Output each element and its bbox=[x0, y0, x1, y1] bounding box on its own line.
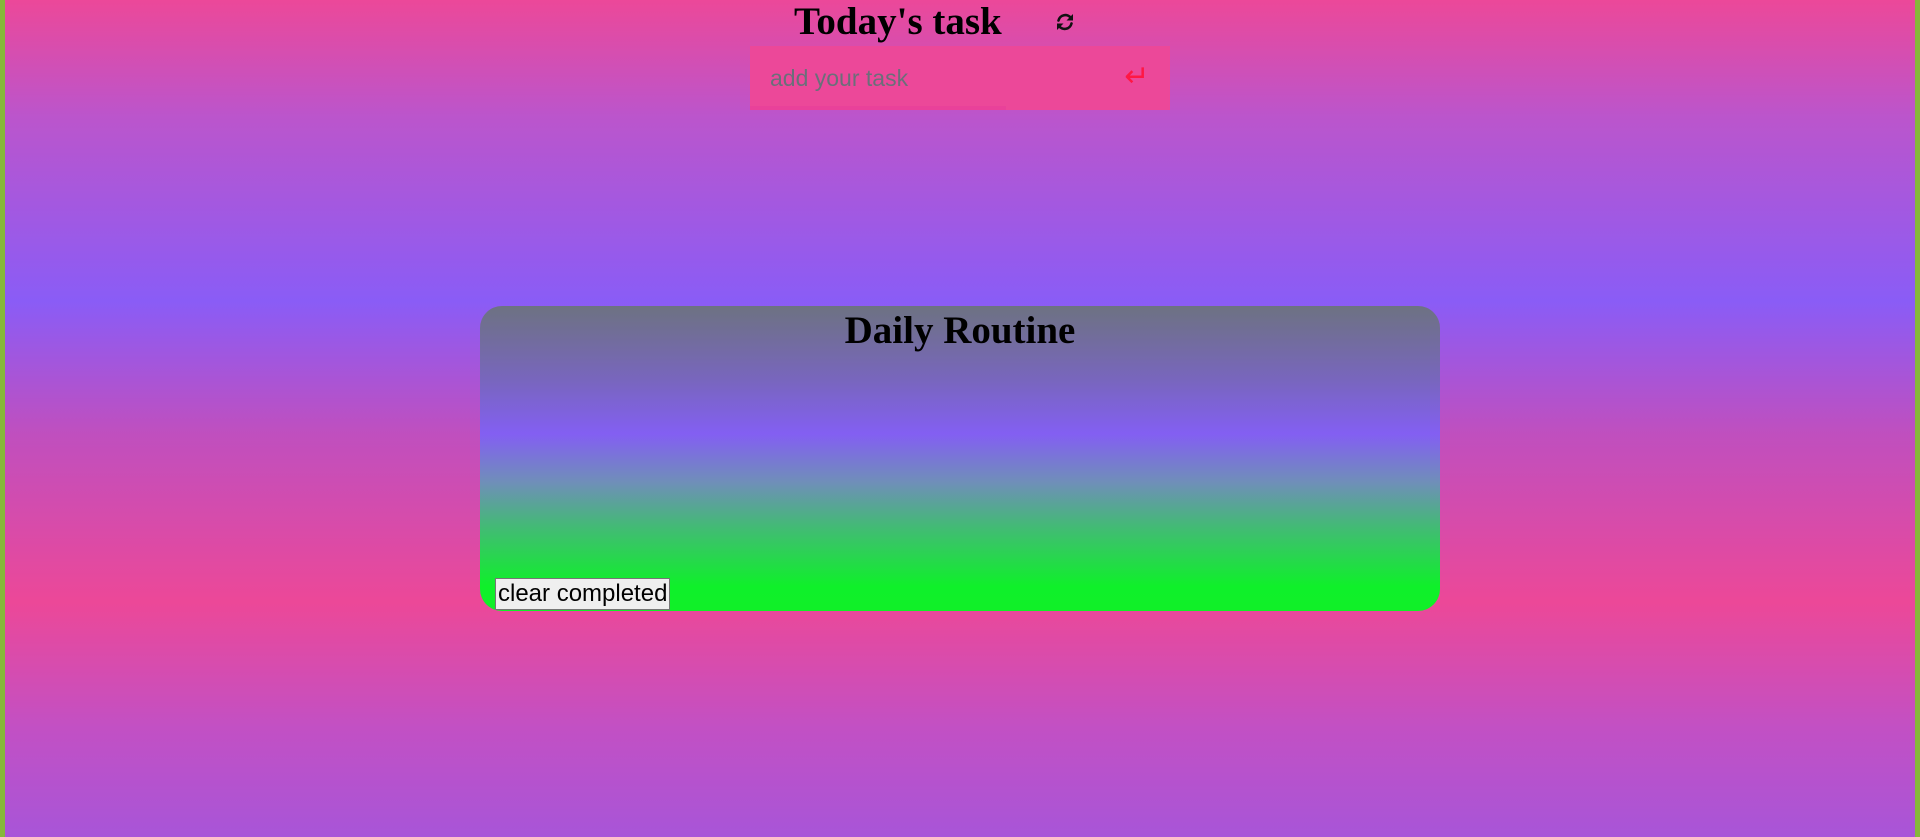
refresh-icon-graphic bbox=[1057, 13, 1073, 31]
add-task-form: ↵ bbox=[750, 46, 1170, 110]
clear-completed-button[interactable]: clear completed bbox=[495, 578, 671, 610]
daily-routine-panel: Daily Routine clear completed bbox=[480, 306, 1440, 611]
left-edge-strip bbox=[0, 0, 5, 837]
page-title: Today's task bbox=[794, 0, 1002, 43]
right-edge-strip bbox=[1915, 0, 1920, 837]
task-input[interactable] bbox=[750, 46, 1170, 110]
refresh-icon[interactable] bbox=[1053, 10, 1077, 34]
enter-return-icon[interactable]: ↵ bbox=[1122, 61, 1152, 93]
routine-title: Daily Routine bbox=[844, 309, 1076, 352]
